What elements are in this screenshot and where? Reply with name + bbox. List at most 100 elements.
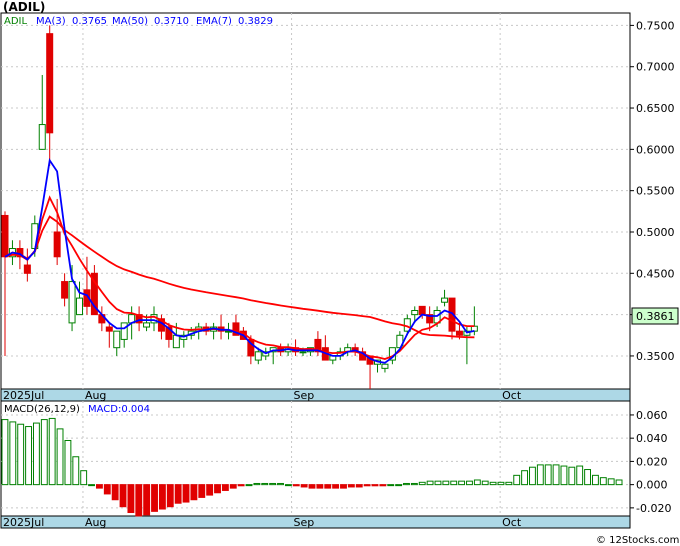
macd-bar-positive xyxy=(497,481,505,486)
last-price-marker: 0.3861 xyxy=(631,307,679,325)
macd-bar-negative xyxy=(221,484,229,491)
macd-bar-positive xyxy=(489,481,497,486)
macd-bar-positive xyxy=(481,480,489,486)
macd-bar-negative xyxy=(158,484,166,510)
candle-down xyxy=(418,305,426,316)
macd-bar-positive xyxy=(513,474,521,486)
macd-bar-positive xyxy=(607,478,615,486)
macd-date-label: Oct xyxy=(502,516,522,529)
date-label: 2025Jul xyxy=(3,389,44,402)
date-label: Oct xyxy=(502,389,522,402)
legend-ema7-label: EMA(7) xyxy=(196,16,232,27)
macd-bar-positive xyxy=(418,481,426,486)
macd-bar-negative xyxy=(143,484,151,516)
price-tick-label: 0.4500 xyxy=(636,267,675,280)
macd-bar-positive xyxy=(56,428,64,486)
price-tick-label: 0.6000 xyxy=(636,143,675,156)
macd-date-label: Sep xyxy=(294,516,315,529)
macd-tick-label: -0.020 xyxy=(636,502,671,515)
macd-date-label: 2025Jul xyxy=(3,516,44,529)
price-tick-label: 0.6500 xyxy=(636,102,675,115)
macd-bar-positive xyxy=(505,481,513,486)
stock-chart: 0.7500 0.7000 0.6500 0.6000 0.5500 0.5000 0.45… xyxy=(0,0,679,546)
date-label: Sep xyxy=(294,389,315,402)
macd-bar-positive xyxy=(284,484,292,487)
macd-bar-positive xyxy=(466,480,473,486)
macd-bar-positive xyxy=(261,482,269,486)
macd-bar-negative xyxy=(347,484,355,488)
candle-down xyxy=(1,214,9,258)
candle-up xyxy=(299,351,307,354)
macd-bar-negative xyxy=(229,484,237,489)
candle-down xyxy=(105,326,113,332)
macd-bar-positive xyxy=(253,482,261,486)
macd-bar-negative xyxy=(127,484,135,514)
macd-bar-negative xyxy=(198,484,206,498)
macd-bar-positive xyxy=(1,419,9,486)
macd-bar-positive xyxy=(48,417,56,486)
legend-ema7-value: 0.3829 xyxy=(238,16,273,27)
candle-down xyxy=(61,281,69,299)
macd-bar-negative xyxy=(371,484,379,487)
macd-axis-ticks: 0.060 0.040 0.020 0.000 -0.020 xyxy=(630,409,671,515)
candle-down xyxy=(23,264,31,274)
macd-bar-negative xyxy=(166,484,174,508)
price-plot-frame xyxy=(0,12,631,390)
candle-down xyxy=(53,231,61,258)
candle-down xyxy=(46,33,54,134)
macd-bar-negative xyxy=(135,484,143,517)
candle-up xyxy=(381,363,389,369)
legend-ticker: ADIL xyxy=(4,16,27,27)
macd-bar-negative xyxy=(237,484,245,487)
legend-ma3-label: MA(3) xyxy=(36,16,66,27)
candle-down xyxy=(455,330,463,336)
macd-tick-label: 0.060 xyxy=(636,409,668,422)
candle-up xyxy=(143,322,151,328)
macd-tick-label: 0.000 xyxy=(636,479,668,492)
macd-bar-negative xyxy=(206,484,214,496)
last-price-value: 0.3861 xyxy=(636,310,675,323)
candle-up xyxy=(411,309,419,316)
candle-up xyxy=(254,351,262,361)
macd-bar-negative xyxy=(103,484,111,495)
macd-bar-positive xyxy=(245,484,253,487)
macd-bar-positive xyxy=(72,456,80,486)
legend-ma3-value: 0.3765 xyxy=(72,16,107,27)
macd-tick-label: 0.020 xyxy=(636,455,668,468)
macd-bar-positive xyxy=(592,474,599,486)
macd-bar-positive xyxy=(576,465,584,486)
macd-bar-negative xyxy=(95,484,103,489)
macd-bar-positive xyxy=(615,479,623,486)
macd-bar-positive xyxy=(410,482,418,486)
macd-bar-negative xyxy=(292,484,300,487)
macd-bar-negative xyxy=(363,484,371,487)
macd-bar-negative xyxy=(316,484,324,489)
macd-bar-positive xyxy=(269,482,277,486)
macd-bar-positive xyxy=(387,484,395,487)
macd-value-label: MACD:0.004 xyxy=(88,404,150,415)
macd-bar-negative xyxy=(119,484,127,508)
macd-bar-positive xyxy=(529,466,536,486)
watermark: © 12Stocks.com xyxy=(596,535,679,546)
price-tick-label: 0.3500 xyxy=(636,350,675,363)
price-tick-label: 0.5500 xyxy=(636,185,675,198)
macd-bar-negative xyxy=(300,484,308,488)
macd-bar-negative xyxy=(182,484,190,503)
candle-up xyxy=(120,322,128,340)
macd-bar-negative xyxy=(340,484,347,489)
macd-bar-positive xyxy=(80,470,88,486)
macd-bar-positive xyxy=(521,470,529,486)
macd-bar-positive xyxy=(599,477,607,486)
legend-ma50-label: MA(50) xyxy=(112,16,148,27)
macd-bar-positive xyxy=(536,464,544,486)
macd-bar-positive xyxy=(40,419,48,486)
macd-bar-positive xyxy=(434,480,442,486)
macd-tick-label: 0.040 xyxy=(636,432,668,445)
macd-label: MACD(26,12,9) xyxy=(4,404,80,415)
macd-bar-positive xyxy=(25,426,32,486)
macd-bar-positive xyxy=(426,480,434,486)
macd-bar-negative xyxy=(174,484,182,504)
macd-bar-positive xyxy=(277,482,284,486)
macd-bar-positive xyxy=(584,469,592,486)
macd-bar-negative xyxy=(324,484,332,489)
